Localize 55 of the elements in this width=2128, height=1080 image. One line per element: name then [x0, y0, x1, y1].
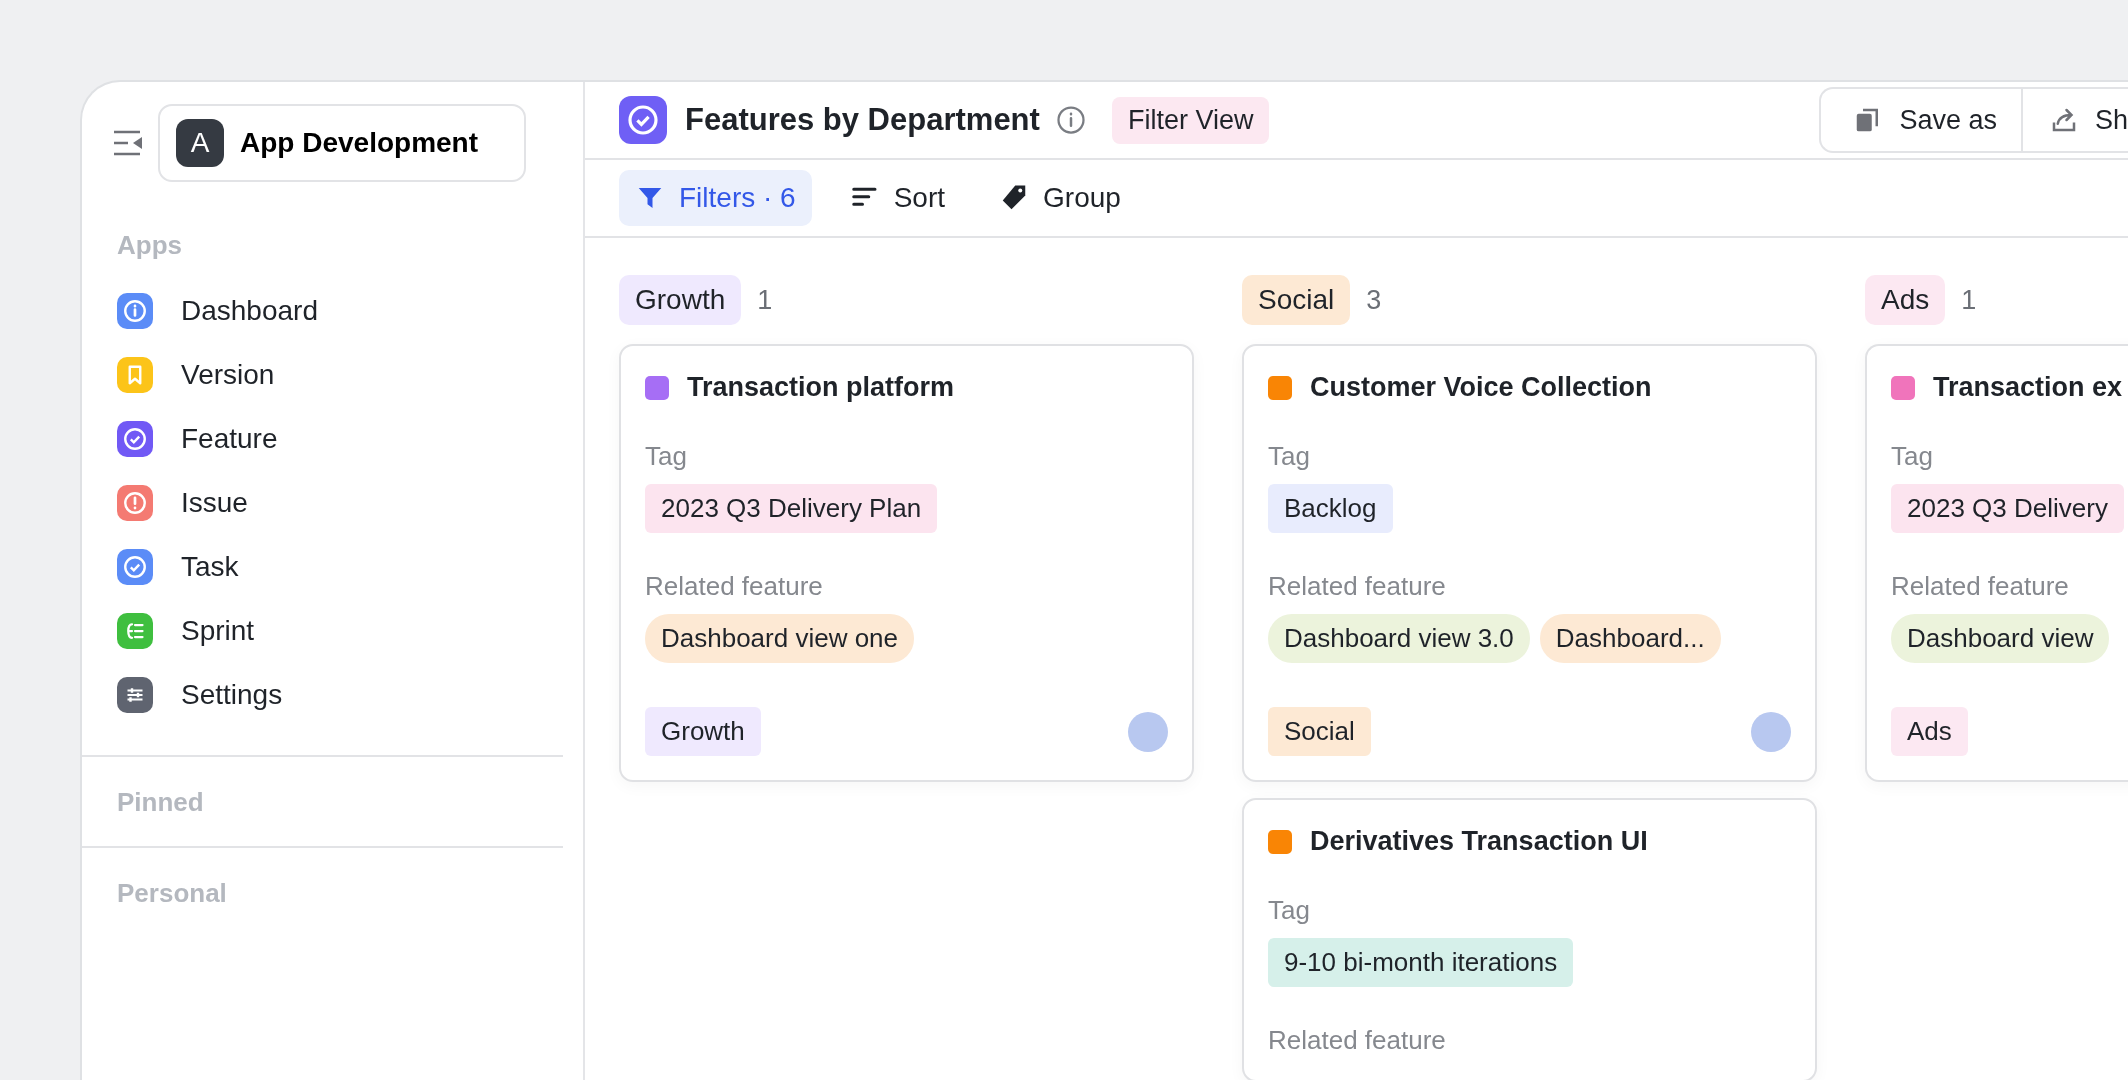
department-chip: Growth [645, 707, 761, 756]
field-label: Related feature [1268, 1025, 1447, 1056]
feature-card[interactable]: Transaction platform Tag 2023 Q3 Delivery Plan Related feature Dashboard view one Growth [619, 344, 1194, 782]
collapse-sidebar-icon[interactable] [112, 129, 144, 157]
workspace-switcher[interactable]: A App Development [158, 104, 526, 182]
group-count: 1 [1961, 284, 1977, 316]
workspace-avatar: A [176, 119, 224, 167]
field-label: Tag [1891, 441, 1934, 472]
feature-card[interactable]: Transaction ex Tag 2023 Q3 Delivery Related feature Dashboard view Ads [1865, 344, 2128, 782]
toolbar-button[interactable]: Group [983, 170, 1137, 226]
sidebar-item[interactable]: Dashboard [117, 279, 563, 343]
view-title: Features by Department [685, 102, 1040, 138]
related-feature-chip[interactable]: Dashboard view 3.0 [1268, 614, 1530, 663]
info-icon[interactable] [1055, 105, 1086, 135]
sidebar-item[interactable]: Issue [117, 471, 563, 535]
section-title: Personal [117, 878, 228, 909]
group-count: 3 [1366, 284, 1382, 316]
action-button[interactable]: Sh [2020, 89, 2128, 151]
toolbar-button[interactable]: Sort [833, 170, 962, 226]
sidebar-item[interactable]: Settings [117, 663, 563, 727]
field-label: Related feature [645, 571, 824, 602]
related-feature-chip[interactable]: Dashboard view one [645, 614, 915, 663]
group-label: Growth [619, 275, 742, 325]
tag-chip: 2023 Q3 Delivery [1891, 484, 2124, 533]
card-title: Derivatives Transaction UI [1310, 826, 1648, 857]
section-title: Apps [117, 230, 183, 261]
field-label: Tag [645, 441, 688, 472]
feature-card[interactable]: Customer Voice Collection Tag Backlog Related feature Dashboard view 3.0 Dashboard... Social [1242, 344, 1817, 782]
view-badge: Filter View [1111, 96, 1270, 144]
field-label: Tag [1268, 895, 1311, 926]
sidebar-item[interactable]: Feature [117, 407, 563, 471]
group-label: Ads [1865, 275, 1946, 325]
field-label: Tag [1268, 441, 1311, 472]
feature-card[interactable]: Derivatives Transaction UI Tag 9-10 bi-month iterations Related feature [1242, 798, 1817, 1080]
group-label: Social [1242, 275, 1351, 325]
tag-chip: 2023 Q3 Delivery Plan [645, 484, 938, 533]
section-title: Pinned [117, 787, 205, 818]
group-count: 1 [757, 284, 773, 316]
related-feature-chip[interactable]: Dashboard... [1539, 614, 1721, 663]
field-label: Related feature [1891, 571, 2070, 602]
sidebar-item[interactable]: Sprint [117, 599, 563, 663]
related-feature-chip[interactable]: Dashboard view [1891, 614, 2110, 663]
card-title: Transaction platform [687, 372, 955, 403]
sidebar-item[interactable]: Task [117, 535, 563, 599]
workspace-name: App Development [240, 127, 479, 159]
sidebar-item[interactable]: Version [117, 343, 563, 407]
department-chip: Ads [1891, 707, 1968, 756]
department-chip: Social [1268, 707, 1371, 756]
card-title: Transaction ex [1933, 372, 2123, 403]
action-button[interactable]: Save as [1847, 89, 2021, 151]
tag-chip: Backlog [1268, 484, 1393, 533]
field-label: Related feature [1268, 571, 1447, 602]
card-title: Customer Voice Collection [1310, 372, 1652, 403]
toolbar-button[interactable]: Filters · 6 [619, 170, 812, 226]
tag-chip: 9-10 bi-month iterations [1268, 938, 1574, 987]
